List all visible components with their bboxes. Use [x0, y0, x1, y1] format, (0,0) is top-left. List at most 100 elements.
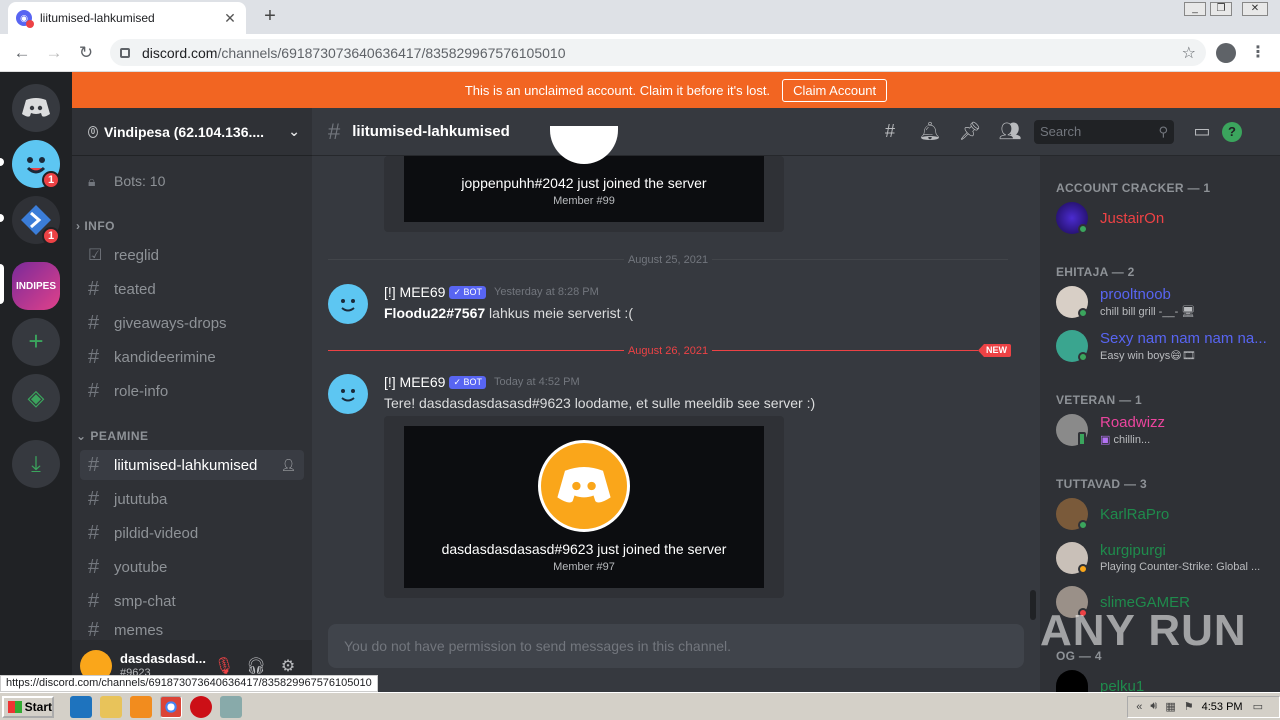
network-icon[interactable]: ▦: [1165, 700, 1175, 713]
channel-reeglid[interactable]: ☑ reeglid: [80, 240, 304, 270]
discord-home-icon[interactable]: [12, 84, 60, 132]
channel-kandideerimine[interactable]: # kandideerimine: [80, 342, 304, 372]
new-tab-button[interactable]: +: [258, 6, 282, 28]
anyrun-watermark: ANY RUN: [1040, 606, 1247, 655]
app-icon[interactable]: [220, 695, 242, 718]
add-server-icon[interactable]: +: [12, 318, 60, 366]
restore-button[interactable]: ❐: [1210, 2, 1232, 16]
hash-icon: #: [328, 118, 341, 144]
embed-member-number: Member #97: [553, 561, 615, 573]
flag-icon[interactable]: ⚑: [1184, 700, 1194, 713]
channel-smp-chat[interactable]: # smp-chat: [80, 586, 304, 616]
server-header[interactable]: 0 Vindipesa (62.104.136.... ⌄: [72, 108, 312, 156]
ie-icon[interactable]: [70, 695, 92, 718]
member-category: EHITAJA — 2: [1056, 265, 1135, 279]
show-desktop-icon[interactable]: ▭: [1253, 700, 1263, 713]
avatar[interactable]: [328, 374, 368, 414]
clock: 4:53 PM: [1201, 700, 1243, 713]
chevron-left-icon[interactable]: «: [1136, 701, 1142, 713]
member-name[interactable]: pelku1: [1100, 678, 1270, 692]
category-peamine[interactable]: ⌄ PEAMINE: [76, 429, 149, 443]
member-list-icon[interactable]: 👥︎: [990, 121, 1030, 142]
hash-icon: #: [88, 521, 100, 544]
guild-vindipesa-icon[interactable]: INDIPES: [12, 262, 60, 310]
member-name[interactable]: Roadwizz: [1100, 414, 1270, 431]
forward-arrow-icon[interactable]: →: [42, 42, 66, 64]
media-player-icon[interactable]: [130, 695, 152, 718]
online-status-icon: [1078, 308, 1088, 318]
windows-flag-icon: [8, 700, 22, 713]
threads-icon[interactable]: #: [870, 121, 910, 142]
channel-youtube[interactable]: # youtube: [80, 552, 304, 582]
mobile-status-icon: [1078, 432, 1086, 446]
member-status-text: chill bill grill -__- 🖥: [1100, 306, 1196, 318]
bot-badge: ✓ BOT: [449, 285, 487, 299]
channel-pildid-videod[interactable]: # pildid-videod: [80, 518, 304, 548]
channel-role-info[interactable]: # role-info: [80, 376, 304, 406]
boost-count: 0: [88, 125, 98, 138]
member-name[interactable]: KarlRaPro: [1100, 506, 1270, 523]
category-info[interactable]: › INFO: [76, 219, 115, 233]
bookmark-star-icon[interactable]: ☆: [1182, 43, 1196, 63]
url-input[interactable]: discord.com/channels/691873073640636417/…: [110, 39, 1206, 66]
guild-badge: 1: [42, 171, 60, 189]
minimize-button[interactable]: _: [1184, 2, 1206, 16]
channel-toolbar: # 🔔︎ 📌︎ 👥︎ Search ⚲ ▭ ?: [870, 108, 1280, 156]
invite-user-icon[interactable]: 👤︎: [281, 458, 296, 472]
category-info-label: INFO: [84, 219, 116, 233]
channel-label: reeglid: [114, 246, 160, 264]
chrome-icon[interactable]: [160, 695, 182, 718]
channel-label: kandideerimine: [114, 348, 216, 366]
channel-jututuba[interactable]: # jututuba: [80, 484, 304, 514]
message-input[interactable]: You do not have permission to send messa…: [328, 624, 1024, 668]
author-name[interactable]: [!] MEE69: [384, 284, 445, 300]
discord-logo-icon: [538, 440, 630, 532]
claim-account-button[interactable]: Claim Account: [782, 78, 888, 102]
member-category: VETERAN — 1: [1056, 393, 1142, 407]
author-name[interactable]: [!] MEE69: [384, 374, 445, 390]
date-label: August 25, 2021: [623, 254, 713, 266]
gear-icon[interactable]: ⚙: [272, 656, 304, 676]
channel-label: teated: [114, 280, 156, 298]
help-icon[interactable]: ?: [1222, 121, 1242, 142]
inbox-icon[interactable]: ▭: [1190, 121, 1214, 142]
category-peamine-label: PEAMINE: [90, 429, 149, 443]
member-name[interactable]: kurgipurgi: [1100, 542, 1270, 559]
channel-label: giveaways-drops: [114, 314, 227, 332]
channel-title: liitumised-lahkumised: [352, 123, 510, 140]
folder-icon[interactable]: [100, 695, 122, 718]
mute-mic-icon[interactable]: 🎙︎: [208, 656, 240, 676]
member-name[interactable]: prooltnoob: [1100, 286, 1270, 303]
mentioned-user[interactable]: Floodu22#7567: [384, 305, 485, 321]
volume-icon[interactable]: 🔊︎: [1150, 700, 1157, 713]
headphones-icon[interactable]: 🎧︎: [240, 656, 272, 676]
avatar[interactable]: [328, 284, 368, 324]
scrollbar-thumb[interactable]: [1030, 590, 1036, 620]
close-tab-icon[interactable]: ✕: [222, 10, 238, 27]
channel-teated[interactable]: # teated: [80, 274, 304, 304]
channel-giveaways-drops[interactable]: # giveaways-drops: [80, 308, 304, 338]
browser-tab[interactable]: ◉ liitumised-lahkumised ✕: [8, 2, 246, 34]
explore-compass-icon[interactable]: ◈: [12, 374, 60, 422]
search-input[interactable]: Search ⚲: [1034, 119, 1174, 144]
download-icon[interactable]: ⤓: [12, 440, 60, 488]
channel-liitumised-lahkumised[interactable]: # liitumised-lahkumised 👤︎: [80, 450, 304, 480]
close-window-button[interactable]: ✕: [1242, 2, 1268, 16]
opera-icon[interactable]: [190, 695, 212, 718]
hash-icon: #: [88, 311, 100, 334]
profile-avatar-icon[interactable]: [1216, 43, 1236, 63]
reload-icon[interactable]: ↻: [74, 42, 98, 64]
member-name[interactable]: Sexy nam nam nam na...: [1100, 330, 1270, 347]
bots-count-channel: 🔒︎ Bots: 10: [80, 166, 304, 196]
menu-kebab-icon[interactable]: ⋮: [1250, 42, 1266, 64]
start-label: Start: [24, 699, 52, 714]
bell-icon[interactable]: 🔔︎: [910, 121, 950, 142]
pin-icon[interactable]: 📌︎: [950, 121, 990, 142]
back-arrow-icon[interactable]: ←: [10, 42, 34, 64]
welcome-card: dasdasdasdasasd#9623 just joined the ser…: [404, 426, 764, 588]
channel-memes[interactable]: # memes: [80, 620, 304, 640]
rules-check-icon: ☑: [88, 247, 103, 264]
member-name[interactable]: JustairOn: [1100, 210, 1270, 227]
member-status-text: Easy win boys😄🎞: [1100, 350, 1196, 362]
start-button[interactable]: Start: [2, 695, 54, 718]
